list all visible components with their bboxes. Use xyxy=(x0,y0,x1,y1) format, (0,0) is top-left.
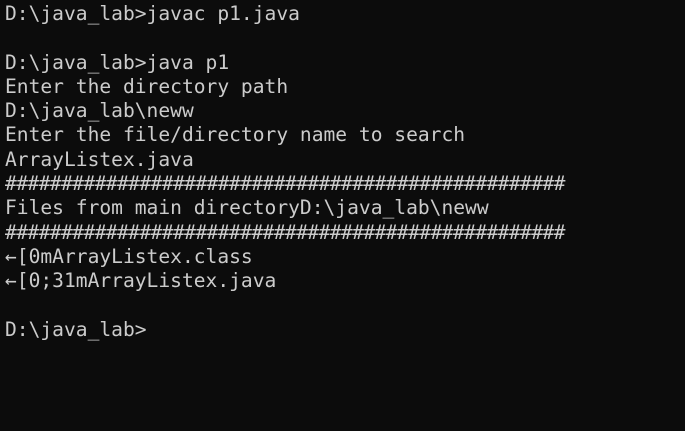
terminal-line-result-class: ←[0mArrayListex.class xyxy=(5,244,253,268)
terminal-line-prompt[interactable]: D:\java_lab> xyxy=(5,318,685,342)
terminal-window[interactable]: D:\java_lab>javac p1.java D:\java_lab>ja… xyxy=(0,0,685,431)
terminal-line-result-java: ←[0;31mArrayListex.java xyxy=(5,269,277,293)
terminal-line-search-prompt: Enter the file/directory name to search xyxy=(5,123,466,147)
terminal-line-blank-2 xyxy=(5,294,685,318)
terminal-line-search-input: ArrayListex.java xyxy=(5,147,194,171)
terminal-line-separator-top: ########################################… xyxy=(5,172,565,196)
terminal-line-blank-1 xyxy=(5,26,685,50)
terminal-line-javac-command: D:\java_lab>javac p1.java xyxy=(5,2,300,25)
terminal-line-directory-input: D:\java_lab\neww xyxy=(5,99,194,123)
terminal-line-directory-prompt: Enter the directory path xyxy=(5,74,289,98)
terminal-line-separator-bottom: ########################################… xyxy=(5,220,565,244)
terminal-line-files-heading: Files from main directoryD:\java_lab\new… xyxy=(5,196,489,220)
terminal-line-java-command: D:\java_lab>java p1 xyxy=(5,50,230,74)
